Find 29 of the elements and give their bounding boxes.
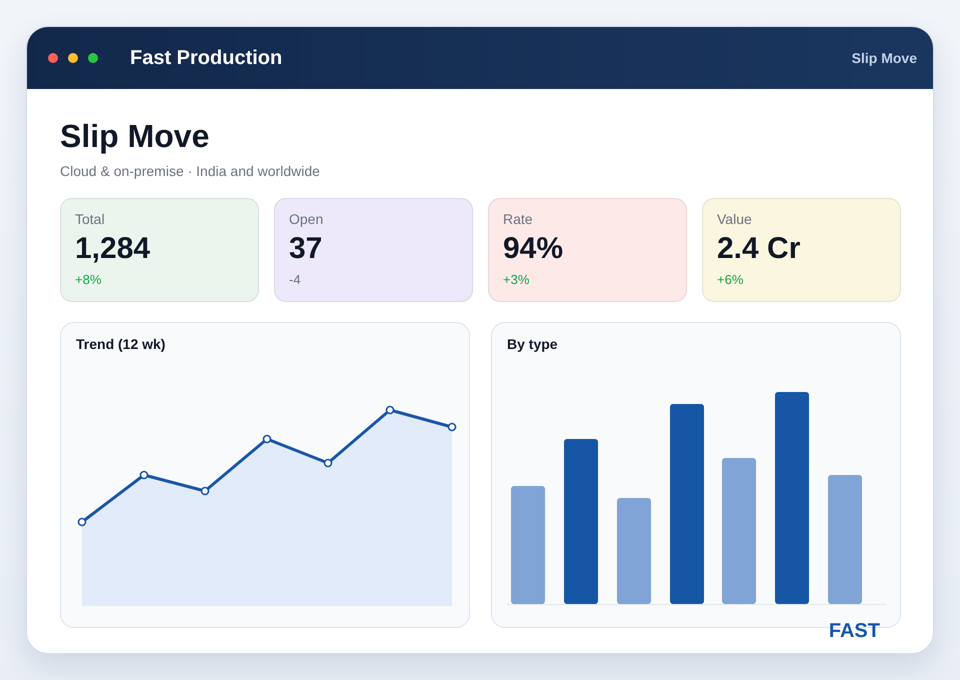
kpi-delta: +6% xyxy=(717,272,744,288)
chart-title: By type xyxy=(506,335,559,353)
kpi-label: Total xyxy=(75,210,106,228)
minimize-icon[interactable] xyxy=(68,53,78,63)
kpi-value: 2.4 Cr xyxy=(717,232,802,266)
kpi-delta: +8% xyxy=(75,272,102,288)
kpi-value: 94% xyxy=(503,232,564,266)
page-subtitle: Cloud & on-premise · India and worldwide xyxy=(60,162,321,181)
kpi-value: 37 xyxy=(289,232,324,266)
maximize-icon[interactable] xyxy=(88,53,98,63)
kpi-delta: -4 xyxy=(289,272,302,288)
brand-logo: FAST xyxy=(828,619,880,643)
data-point xyxy=(324,458,332,468)
kpi-delta: +3% xyxy=(503,272,530,288)
data-point xyxy=(262,434,272,444)
kpi-label: Rate xyxy=(503,210,534,228)
close-icon[interactable] xyxy=(48,53,58,63)
data-point xyxy=(140,470,148,480)
chart-title: Trend (12 wk) xyxy=(75,335,166,353)
kpi-label: Open xyxy=(289,210,324,228)
window-title: Fast Production xyxy=(130,46,282,70)
page-title: Slip Move xyxy=(60,117,210,155)
kpi-value: 1,284 xyxy=(75,232,152,266)
data-point xyxy=(448,422,456,432)
data-point xyxy=(200,486,210,496)
kpi-label: Value xyxy=(717,210,753,228)
data-point xyxy=(386,406,394,414)
page-label: Slip Move xyxy=(852,49,917,67)
data-point xyxy=(78,518,86,526)
